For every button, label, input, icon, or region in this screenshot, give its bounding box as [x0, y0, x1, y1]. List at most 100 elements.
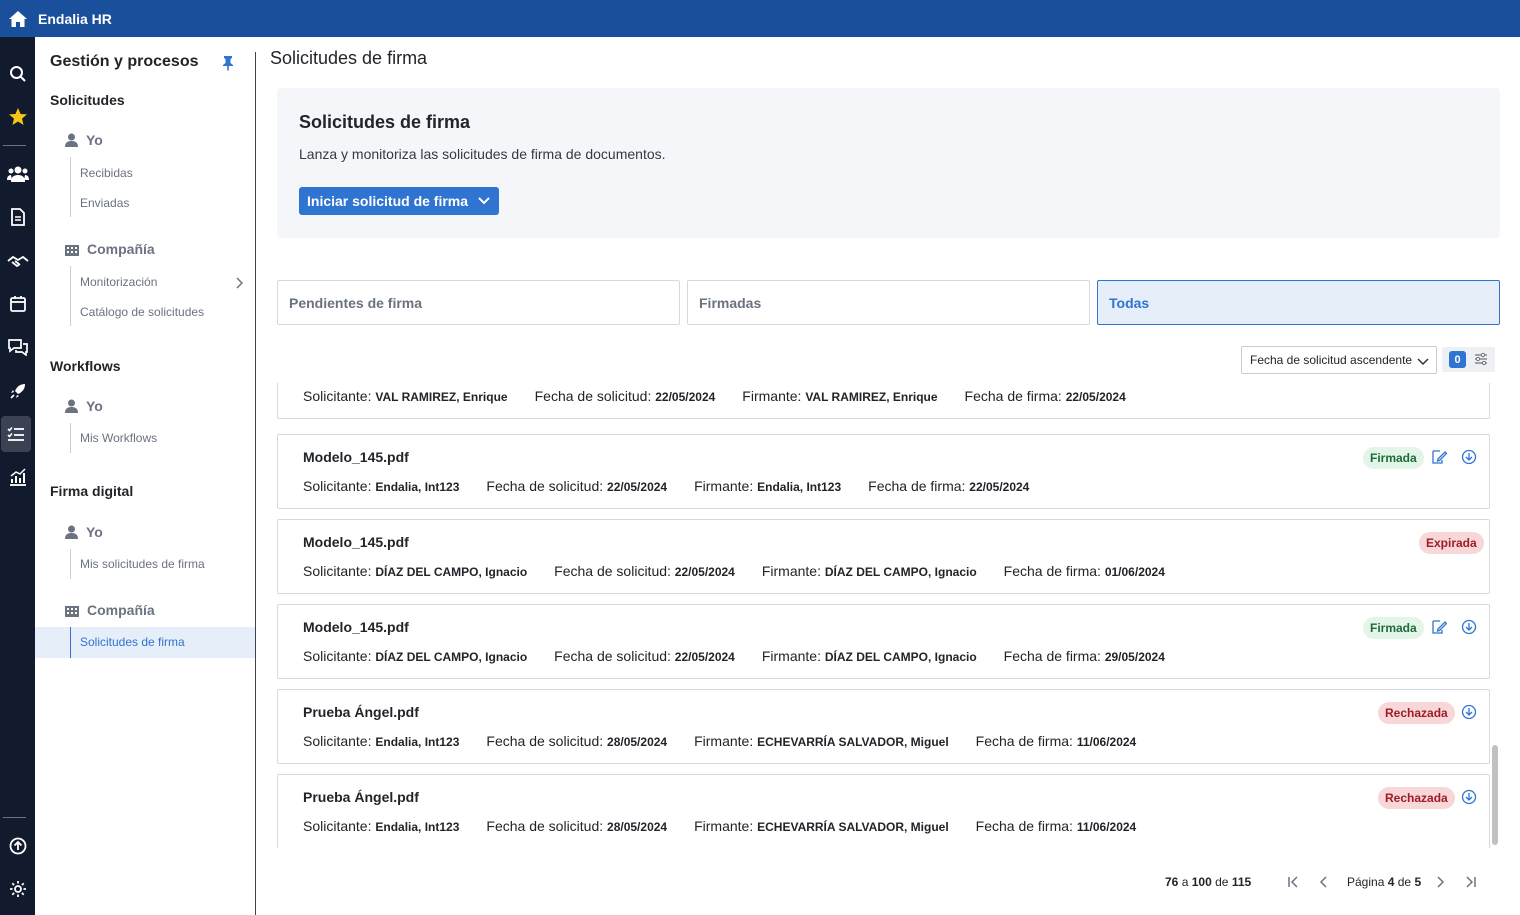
rocket-icon[interactable] [0, 373, 35, 409]
rail-divider [3, 145, 26, 146]
sidebar-item-solicitudes-firma[interactable]: Solicitudes de firma [80, 635, 185, 649]
filter-button[interactable]: 0 [1442, 347, 1495, 372]
list-item[interactable]: Solicitante: VAL RAMIREZ, Enrique Fecha … [277, 383, 1490, 419]
signature-icon[interactable] [1431, 619, 1448, 640]
file-name: Prueba Ángel.pdf [303, 704, 419, 720]
sign-date: 11/06/2024 [1076, 735, 1137, 749]
people-icon[interactable] [0, 156, 35, 192]
pin-icon[interactable] [221, 55, 235, 76]
row-meta: Solicitante: Endalia, Int123 Fecha de so… [303, 478, 1030, 494]
sign-date: 22/05/2024 [1065, 390, 1126, 404]
request-date: 22/05/2024 [674, 565, 735, 579]
group-yo: Yo [65, 524, 103, 540]
first-page-icon[interactable] [1287, 875, 1299, 894]
tab-firmadas[interactable]: Firmadas [687, 280, 1090, 325]
requester: VAL RAMIREZ, Enrique [375, 390, 508, 404]
tab-todas[interactable]: Todas [1097, 280, 1500, 325]
prev-page-icon[interactable] [1319, 875, 1329, 894]
page-title: Solicitudes de firma [270, 48, 428, 68]
last-page-icon[interactable] [1465, 875, 1477, 894]
requests-list: Solicitante: VAL RAMIREZ, Enrique Fecha … [277, 383, 1490, 848]
pagination-range: 76 a 100 de 115 [1165, 875, 1252, 889]
group-label: Compañía [87, 241, 155, 257]
list-item[interactable]: Modelo_145.pdf Solicitante: DÍAZ DEL CAM… [277, 604, 1490, 679]
sidebar-item-catalogo[interactable]: Catálogo de solicitudes [80, 305, 204, 319]
group-label: Compañía [87, 602, 155, 618]
list-item[interactable]: Modelo_145.pdf Solicitante: DÍAZ DEL CAM… [277, 519, 1490, 594]
status-badge: Firmada [1363, 617, 1424, 639]
file-name: Modelo_145.pdf [303, 619, 409, 635]
row-meta: Solicitante: Endalia, Int123 Fecha de so… [303, 733, 1137, 749]
star-icon[interactable] [0, 99, 35, 135]
tree-line [70, 157, 71, 217]
scrollbar-thumb[interactable] [1492, 745, 1498, 845]
person-icon [65, 525, 78, 539]
signer: VAL RAMIREZ, Enrique [805, 390, 938, 404]
tree-line [70, 266, 71, 326]
gear-icon[interactable] [0, 871, 35, 907]
sidebar-item-mis-solicitudes-firma[interactable]: Mis solicitudes de firma [80, 557, 205, 571]
signature-icon[interactable] [1431, 449, 1448, 470]
request-date: 22/05/2024 [607, 480, 668, 494]
building-icon [65, 605, 79, 617]
chevron-right-icon[interactable] [235, 276, 244, 294]
list-item[interactable]: Modelo_145.pdf Solicitante: Endalia, Int… [277, 434, 1490, 509]
signer: ECHEVARRÍA SALVADOR, Miguel [757, 820, 949, 834]
next-page-icon[interactable] [1435, 875, 1445, 894]
request-date: 28/05/2024 [607, 735, 668, 749]
calendar-icon[interactable] [0, 286, 35, 322]
pagination-page: Página 4 de 5 [1347, 875, 1422, 889]
group-label: Yo [86, 398, 103, 414]
file-name: Prueba Ángel.pdf [303, 789, 419, 805]
sidebar-item-mis-workflows[interactable]: Mis Workflows [80, 431, 157, 445]
tab-pendientes[interactable]: Pendientes de firma [277, 280, 680, 325]
section-firma-digital: Firma digital [50, 483, 134, 499]
analytics-icon[interactable] [0, 459, 35, 495]
building-icon [65, 244, 79, 256]
icon-rail [0, 37, 35, 915]
section-workflows: Workflows [50, 358, 121, 374]
download-icon[interactable] [1461, 789, 1477, 810]
search-icon[interactable] [0, 56, 35, 92]
handshake-icon[interactable] [0, 243, 35, 279]
document-icon[interactable] [0, 199, 35, 235]
sort-select[interactable]: Fecha de solicitud ascendente [1241, 346, 1437, 374]
checklist-icon[interactable] [1, 416, 31, 452]
sidebar-item-monitorizacion[interactable]: Monitorización [80, 275, 157, 289]
row-meta: Solicitante: DÍAZ DEL CAMPO, Ignacio Fec… [303, 563, 1165, 579]
person-icon [65, 399, 78, 413]
status-badge: Firmada [1363, 447, 1424, 469]
sort-value: Fecha de solicitud ascendente [1250, 353, 1413, 367]
sidebar-item-recibidas[interactable]: Recibidas [80, 166, 133, 180]
app-title: Endalia HR [38, 10, 112, 27]
tree-line [70, 423, 71, 453]
start-signature-request-button[interactable]: Iniciar solicitud de firma [299, 187, 499, 215]
file-name: Modelo_145.pdf [303, 534, 409, 550]
chat-icon[interactable] [0, 329, 35, 365]
sign-date: 11/06/2024 [1076, 820, 1137, 834]
download-icon[interactable] [1461, 704, 1477, 725]
list-item[interactable]: Prueba Ángel.pdf Solicitante: Endalia, I… [277, 689, 1490, 764]
upload-circle-icon[interactable] [0, 828, 35, 864]
requester: Endalia, Int123 [375, 480, 460, 494]
filter-count-badge: 0 [1449, 351, 1466, 368]
row-meta: Solicitante: Endalia, Int123 Fecha de so… [303, 818, 1137, 834]
requester: DÍAZ DEL CAMPO, Ignacio [375, 650, 528, 664]
tree-line [70, 549, 71, 579]
requester: DÍAZ DEL CAMPO, Ignacio [375, 565, 528, 579]
sidebar-divider [255, 52, 256, 915]
status-badge: Expirada [1419, 532, 1484, 554]
request-date: 22/05/2024 [674, 650, 735, 664]
sidebar-item-enviadas[interactable]: Enviadas [80, 196, 129, 210]
signer: DÍAZ DEL CAMPO, Ignacio [824, 650, 977, 664]
download-icon[interactable] [1461, 619, 1477, 640]
row-meta: Solicitante: VAL RAMIREZ, Enrique Fecha … [303, 388, 1126, 404]
list-scrollbar[interactable] [1490, 383, 1500, 853]
list-item[interactable]: Prueba Ángel.pdf Solicitante: Endalia, I… [277, 774, 1490, 848]
signer: Endalia, Int123 [757, 480, 842, 494]
home-icon[interactable] [0, 0, 35, 37]
button-label: Iniciar solicitud de firma [307, 193, 469, 209]
hero-title: Solicitudes de firma [299, 112, 471, 132]
download-icon[interactable] [1461, 449, 1477, 470]
hero-panel: Solicitudes de firma Lanza y monitoriza … [277, 88, 1500, 238]
